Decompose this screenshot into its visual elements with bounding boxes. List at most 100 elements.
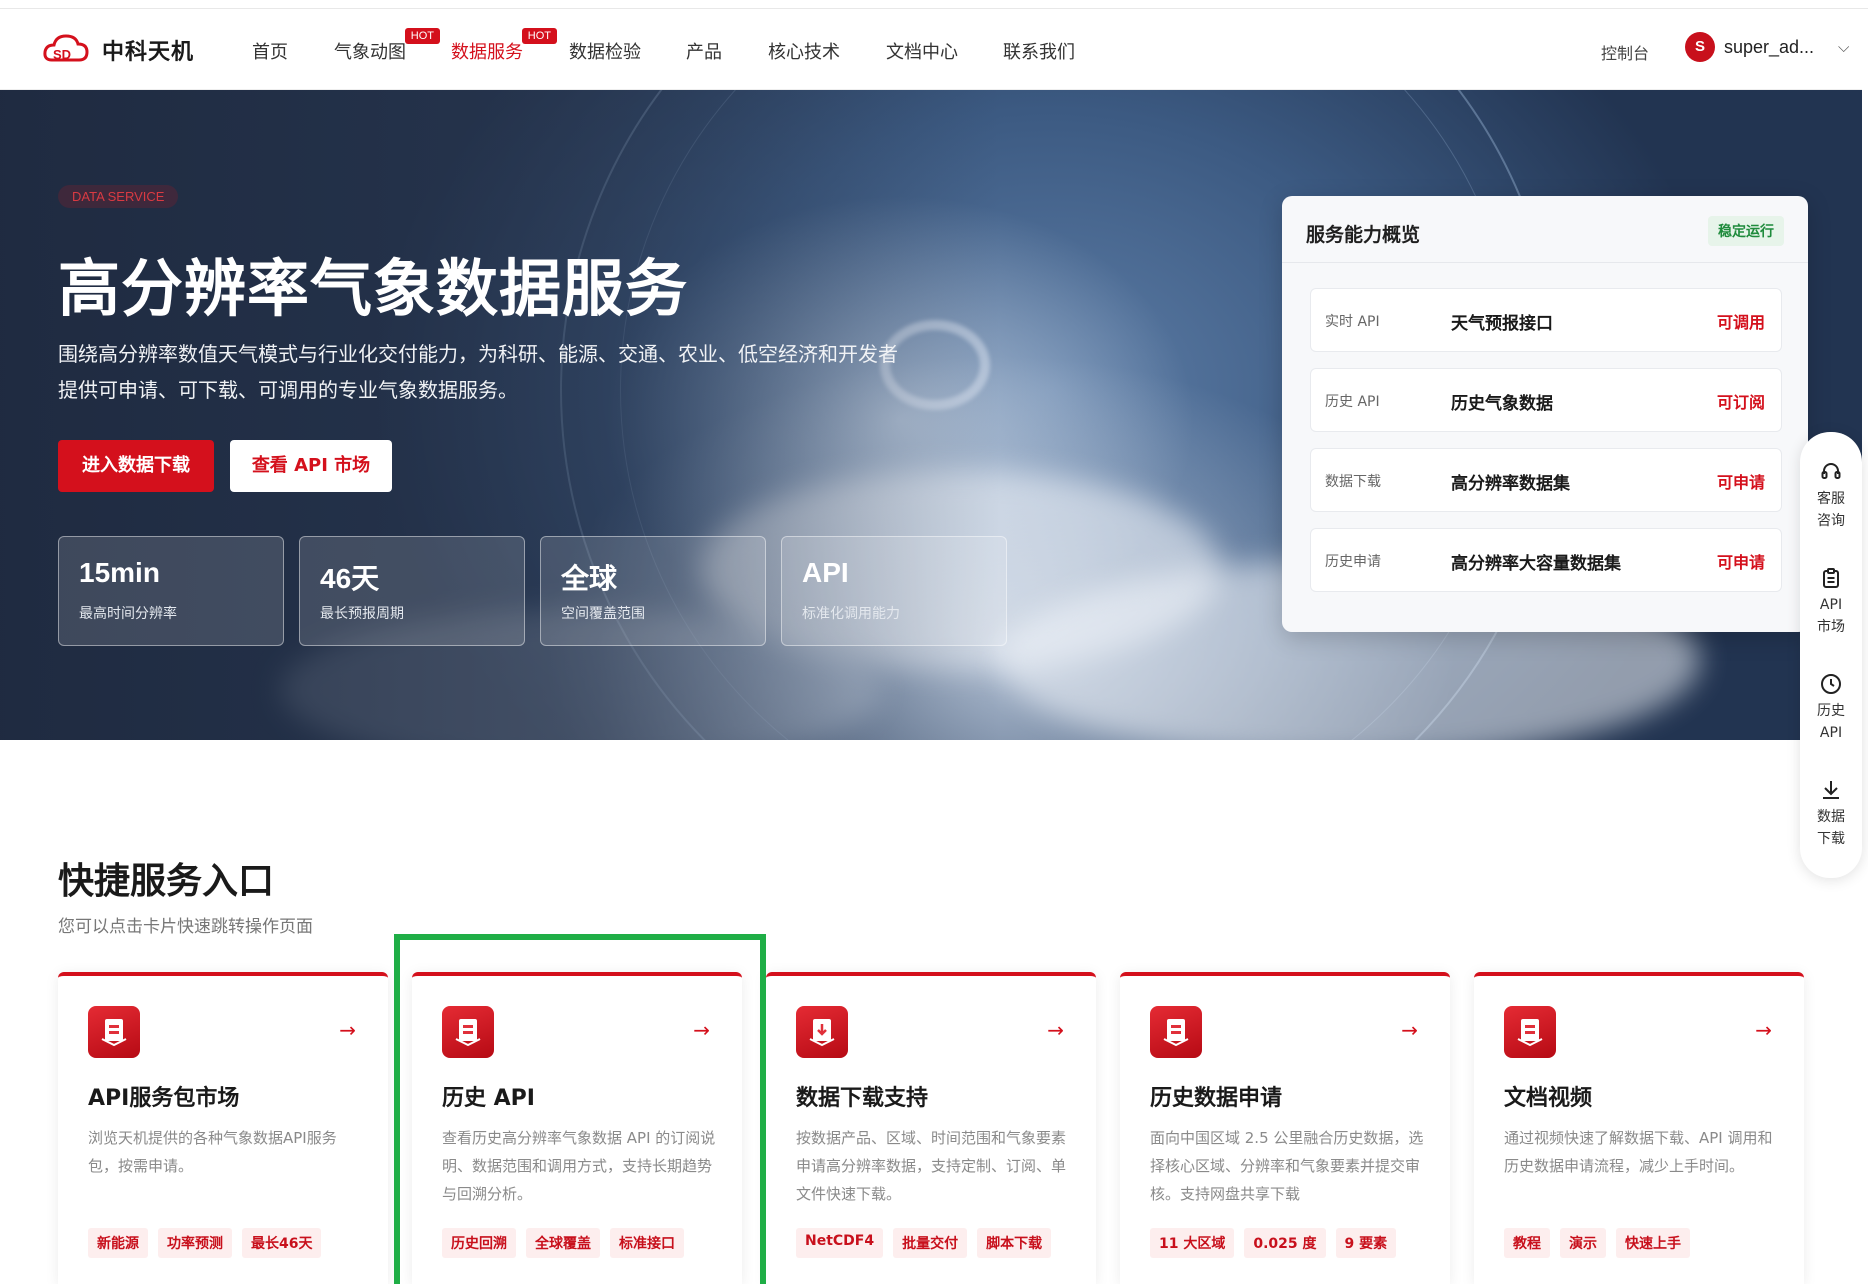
overview-row[interactable]: 数据下载 高分辨率数据集 可申请: [1310, 448, 1782, 512]
stat-label: 最高时间分辨率: [79, 606, 177, 622]
card-description: 按数据产品、区域、时间范围和气象要素申请高分辨率数据，支持定制、订阅、单文件快速…: [796, 1129, 1067, 1203]
toolbar-label: API: [1819, 725, 1843, 741]
toolbar-label: 历史: [1817, 703, 1845, 719]
section-title: 快捷服务入口: [58, 861, 275, 902]
stat-label: 最长预报周期: [320, 606, 404, 622]
avatar[interactable]: S: [1685, 32, 1715, 62]
stat-value: 15min: [79, 557, 160, 588]
tag-list: 教程 演示 快速上手: [1504, 1228, 1690, 1258]
overview-row[interactable]: 历史 API 历史气象数据 可订阅: [1310, 368, 1782, 432]
top-navbar: SD 中科天机 首页 气象动图 HOT 数据服务 HOT 数据检验 产品 核心技…: [0, 10, 1862, 90]
hero-title: 高分辨率气象数据服务: [58, 252, 689, 325]
hero-description: 围绕高分辨率数值天气模式与行业化交付能力，为科研、能源、交通、农业、低空经济和开…: [58, 336, 938, 408]
overview-title: 服务能力概览: [1306, 224, 1421, 246]
nav-core-tech[interactable]: 核心技术: [768, 38, 840, 64]
document-icon: [1504, 1006, 1556, 1058]
nav-docs[interactable]: 文档中心: [886, 38, 958, 64]
toolbar-label: API: [1819, 597, 1843, 613]
clipboard-icon: [1823, 568, 1839, 588]
card-description: 面向中国区域 2.5 公里融合历史数据，选择核心区域、分辨率和气象要素并提交审核…: [1150, 1129, 1424, 1203]
arrow-right-icon: →: [1755, 1018, 1772, 1042]
service-state: 可调用: [1716, 313, 1765, 332]
toolbar-label: 数据: [1817, 809, 1845, 825]
nav-products[interactable]: 产品: [686, 38, 722, 64]
card-title: API服务包市场: [88, 1086, 240, 1111]
service-card-data-download[interactable]: → 数据下载支持 按数据产品、区域、时间范围和气象要素申请高分辨率数据，支持定制…: [766, 972, 1096, 1284]
service-name: 高分辨率大容量数据集: [1451, 554, 1621, 574]
tag: 批量交付: [893, 1228, 968, 1258]
download-icon: [1823, 781, 1839, 799]
nav-weather-animation[interactable]: 气象动图 HOT: [334, 28, 440, 64]
hero-desc-line: 提供可申请、可下载、可调用的专业气象数据服务。: [58, 378, 518, 402]
data-download-shortcut[interactable]: 数据 下载: [1800, 778, 1862, 850]
tag: 新能源: [88, 1228, 148, 1258]
history-api-shortcut[interactable]: 历史 API: [1800, 672, 1862, 744]
brand-logo[interactable]: SD 中科天机: [42, 30, 194, 70]
service-type: 历史申请: [1325, 554, 1381, 570]
service-card-doc-video[interactable]: → 文档视频 通过视频快速了解数据下载、API 调用和历史数据申请流程，减少上手…: [1474, 972, 1804, 1284]
document-icon: [1150, 1006, 1202, 1058]
service-overview-panel: 服务能力概览 稳定运行 实时 API 天气预报接口 可调用 历史 API 历史气…: [1282, 196, 1808, 632]
hero-desc-line: 围绕高分辨率数值天气模式与行业化交付能力，为科研、能源、交通、农业、低空经济和开…: [58, 342, 898, 366]
floating-toolbar: 客服 咨询 API 市场 历史 API 数据 下载: [1800, 432, 1862, 878]
stat-label: 标准化调用能力: [802, 606, 900, 622]
tag: 教程: [1504, 1228, 1550, 1258]
service-type: 历史 API: [1325, 394, 1380, 410]
svg-text:SD: SD: [53, 47, 71, 62]
username[interactable]: super_ad...: [1724, 37, 1814, 58]
headset-icon: [1821, 463, 1841, 479]
selection-highlight-box: [394, 934, 766, 1284]
tag: 脚本下载: [977, 1228, 1052, 1258]
nav-contact[interactable]: 联系我们: [1003, 38, 1075, 64]
service-card-history-request[interactable]: → 历史数据申请 面向中国区域 2.5 公里融合历史数据，选择核心区域、分辨率和…: [1120, 972, 1450, 1284]
status-badge: 稳定运行: [1708, 216, 1784, 246]
hero-banner: DATA SERVICE 高分辨率气象数据服务 围绕高分辨率数值天气模式与行业化…: [0, 90, 1862, 740]
toolbar-label: 客服: [1817, 491, 1845, 507]
toolbar-label: 咨询: [1817, 513, 1845, 529]
hero-eyebrow: DATA SERVICE: [58, 185, 179, 208]
card-description: 通过视频快速了解数据下载、API 调用和历史数据申请流程，减少上手时间。: [1504, 1129, 1773, 1175]
tag: 最长46天: [242, 1228, 322, 1258]
nav-data-verification[interactable]: 数据检验: [569, 38, 641, 64]
nav-data-service[interactable]: 数据服务 HOT: [451, 28, 557, 64]
console-link[interactable]: 控制台: [1601, 40, 1649, 64]
service-state: 可申请: [1716, 553, 1765, 572]
tag: 11 大区域: [1150, 1228, 1235, 1258]
divider: [1282, 262, 1808, 263]
nav-label: 数据服务: [451, 42, 523, 63]
stat-value: 全球: [561, 563, 618, 594]
data-download-button[interactable]: 进入数据下载: [58, 440, 214, 492]
stat-card: 15min 最高时间分辨率: [58, 536, 284, 646]
stat-card: API 标准化调用能力: [781, 536, 1007, 646]
clock-icon: [1821, 674, 1841, 694]
customer-service-button[interactable]: 客服 咨询: [1800, 460, 1862, 532]
arrow-right-icon: →: [339, 1018, 356, 1042]
nav-home[interactable]: 首页: [252, 38, 288, 64]
tag: 0.025 度: [1244, 1228, 1326, 1258]
card-title: 数据下载支持: [796, 1086, 929, 1111]
api-market-shortcut[interactable]: API 市场: [1800, 566, 1862, 638]
service-card-api-market[interactable]: → API服务包市场 浏览天机提供的各种气象数据API服务包，按需申请。 新能源…: [58, 972, 388, 1284]
download-document-icon: [796, 1006, 848, 1058]
overview-row[interactable]: 实时 API 天气预报接口 可调用: [1310, 288, 1782, 352]
overview-row[interactable]: 历史申请 高分辨率大容量数据集 可申请: [1310, 528, 1782, 592]
card-title: 文档视频: [1504, 1086, 1593, 1111]
service-state: 可订阅: [1716, 393, 1765, 412]
card-title: 历史数据申请: [1150, 1086, 1283, 1111]
hot-badge: HOT: [404, 28, 440, 44]
arrow-right-icon: →: [1047, 1018, 1064, 1042]
tag: 演示: [1560, 1228, 1606, 1258]
tag: 快速上手: [1616, 1228, 1690, 1258]
arrow-right-icon: →: [1401, 1018, 1418, 1042]
tag-list: 新能源 功率预测 最长46天: [88, 1228, 322, 1258]
tag-list: 11 大区域 0.025 度 9 要素: [1150, 1228, 1397, 1258]
tag-list: NetCDF4 批量交付 脚本下载: [796, 1228, 1052, 1258]
section-subtitle: 您可以点击卡片快速跳转操作页面: [58, 917, 313, 937]
toolbar-label: 下载: [1817, 831, 1845, 847]
chevron-down-icon[interactable]: ⌵: [1838, 38, 1849, 56]
nav-label: 气象动图: [334, 42, 406, 63]
card-description: 浏览天机提供的各种气象数据API服务包，按需申请。: [88, 1129, 337, 1175]
stat-value: API: [802, 557, 849, 588]
service-name: 高分辨率数据集: [1451, 474, 1570, 494]
api-market-button[interactable]: 查看 API 市场: [230, 440, 392, 492]
